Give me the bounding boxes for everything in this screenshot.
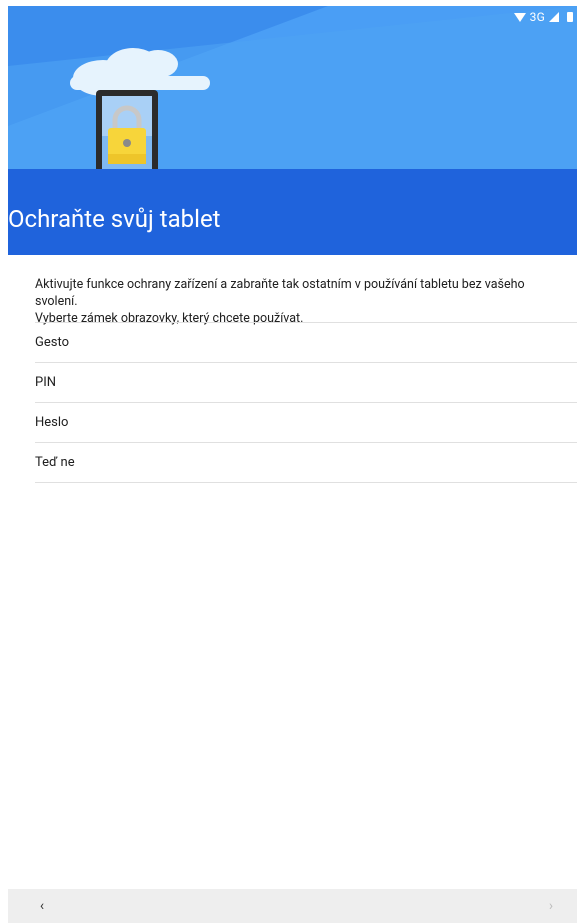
bottom-navigation: ‹ ›	[8, 889, 577, 923]
option-heslo[interactable]: Heslo	[35, 402, 577, 442]
next-button[interactable]: ›	[543, 897, 559, 915]
option-gesto[interactable]: Gesto	[35, 322, 577, 362]
header: Ochraňte svůj tablet	[8, 6, 577, 255]
status-icons: 3G	[513, 10, 573, 24]
page-title: Ochraňte svůj tablet	[8, 205, 221, 233]
lock-options-list: Gesto PIN Heslo Teď ne	[35, 322, 577, 483]
status-bar: 3G	[8, 6, 577, 28]
back-button[interactable]: ‹	[34, 897, 50, 915]
setup-screen: Ochraňte svůj tablet 3G Aktivujte funkce…	[0, 0, 577, 923]
signal-icon	[549, 12, 559, 22]
option-pin[interactable]: PIN	[35, 362, 577, 402]
battery-icon	[567, 12, 573, 22]
network-type-label: 3G	[529, 10, 545, 24]
option-skip[interactable]: Teď ne	[35, 442, 577, 483]
description: Aktivujte funkce ochrany zařízení a zabr…	[35, 276, 555, 327]
description-line-1: Aktivujte funkce ochrany zařízení a zabr…	[35, 277, 525, 309]
wifi-icon	[513, 12, 526, 22]
tablet-lock-illustration	[8, 6, 577, 174]
